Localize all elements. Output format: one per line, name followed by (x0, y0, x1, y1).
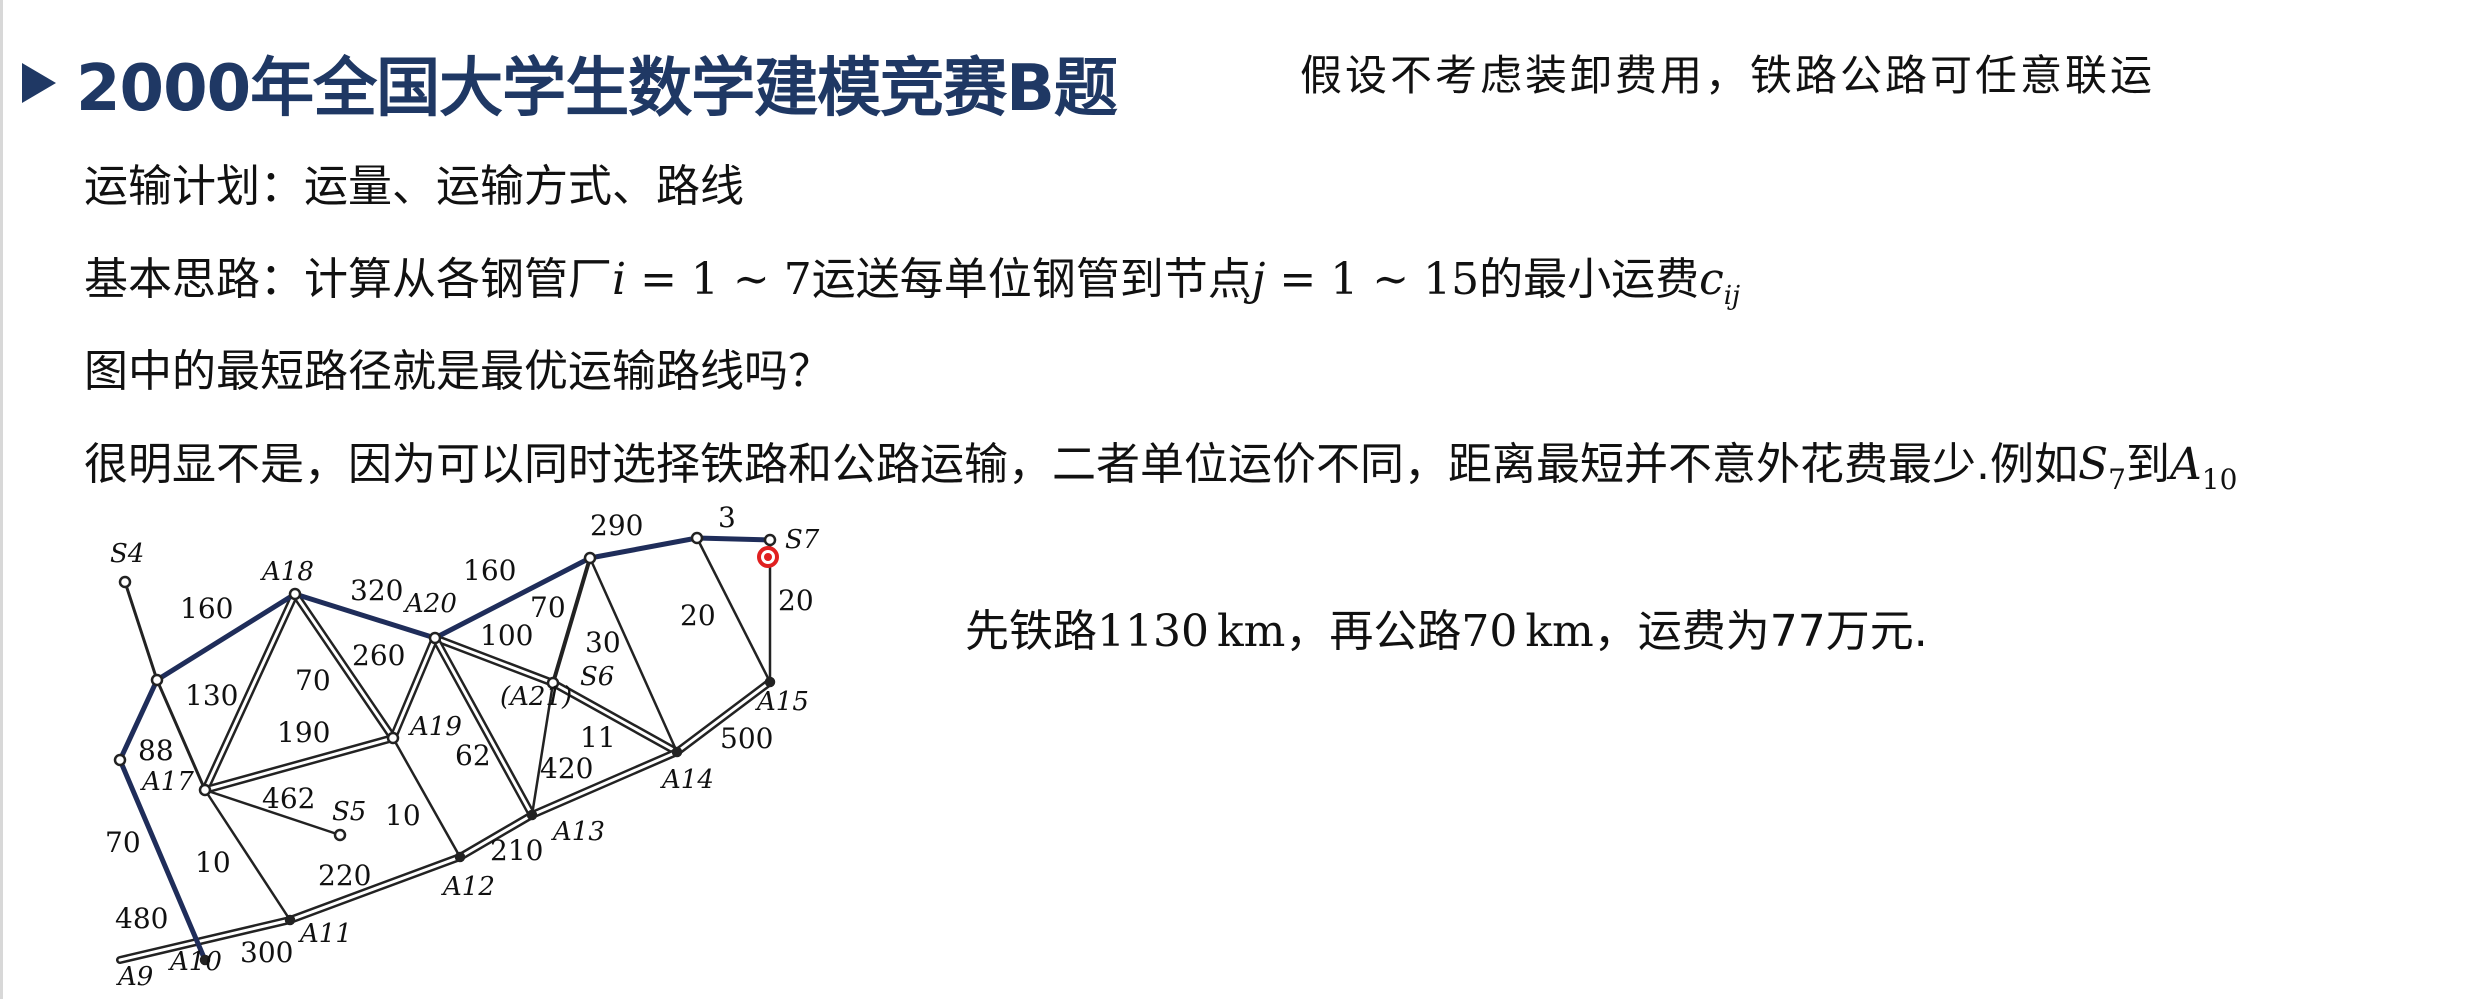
svg-text:10: 10 (385, 799, 421, 832)
svg-text:10: 10 (195, 846, 231, 879)
node-label-a10: A10 (168, 947, 222, 977)
svg-text:480: 480 (115, 902, 168, 935)
svg-text:462: 462 (262, 782, 315, 815)
node-label-a18: A18 (260, 557, 314, 587)
svg-text:260: 260 (352, 639, 405, 672)
svg-text:160: 160 (463, 554, 516, 587)
explanation-line: 很明显不是，因为可以同时选择铁路和公路运输，二者单位运价不同，距离最短并不意外花… (84, 428, 2237, 496)
answer-mid: ，再公路 (1285, 606, 1462, 657)
svg-text:220: 220 (318, 859, 371, 892)
svg-text:62: 62 (455, 739, 491, 772)
explanation-mid: 到 (2125, 439, 2170, 490)
node-label-s6: S6 (580, 662, 614, 692)
svg-text:300: 300 (240, 936, 293, 969)
svg-text:70: 70 (105, 826, 141, 859)
slide-title: 2000年全国大学生数学建模竞赛B题 (76, 52, 1118, 126)
svg-text:420: 420 (540, 752, 593, 785)
basic-idea-mid1: 运送每单位钢管到节点 (811, 254, 1252, 305)
explanation-prefix: 很明显不是，因为可以同时选择铁路和公路运输，二者单位运价不同，距离最短并不意外花… (84, 439, 2078, 490)
basic-idea-prefix: 基本思路：计算从各钢管厂 (84, 254, 612, 305)
svg-text:210: 210 (490, 834, 543, 867)
node-label-a13: A13 (551, 817, 605, 847)
node-label-a15: A15 (755, 687, 809, 717)
node-label-a9: A9 (116, 962, 153, 992)
transport-network-diagram: S4 A18 A20 S7 A17 A19 S6 (A21) A15 S5 A1… (105, 505, 820, 992)
node-label-a11: A11 (298, 919, 352, 949)
svg-text:130: 130 (185, 679, 238, 712)
title-row: 2000年全国大学生数学建模竞赛B题 (22, 38, 1118, 128)
svg-text:290: 290 (590, 509, 643, 542)
question-line: 图中的最短路径就是最优运输路线吗？ (84, 346, 832, 397)
node-label-a14: A14 (660, 765, 714, 795)
svg-text:88: 88 (138, 734, 174, 767)
svg-text:70: 70 (295, 664, 331, 697)
symbol-s7: S7 (2077, 439, 2126, 496)
svg-text:160: 160 (180, 592, 233, 625)
formula-i-range: i = 1 ~ 7 (612, 254, 812, 305)
node-label-a21: (A21) (500, 682, 572, 712)
assumption-note: 假设不考虑装卸费用，铁路公路可任意联运 (1300, 51, 2156, 100)
answer-rail-km: 1130 (1097, 606, 1209, 657)
formula-cij: cij (1699, 254, 1741, 311)
svg-text:320: 320 (350, 574, 403, 607)
answer-line: 先铁路1130 km，再公路70 km，运费为77万元. (965, 595, 1928, 659)
answer-road-km: 70 (1461, 606, 1518, 657)
svg-text:30: 30 (585, 626, 621, 659)
svg-text:11: 11 (580, 721, 616, 754)
svg-text:20: 20 (680, 599, 716, 632)
slide-left-border (0, 0, 3, 999)
symbol-a10: A10 (2169, 439, 2238, 496)
node-label-a17: A17 (140, 767, 194, 797)
answer-unit-km-2: km (1525, 606, 1594, 657)
formula-j-range: j = 1 ~ 15 (1251, 254, 1480, 305)
basic-idea-mid2: 的最小运费 (1479, 254, 1700, 305)
svg-text:100: 100 (480, 619, 533, 652)
node-label-s4: S4 (110, 539, 144, 569)
arrow-bullet-icon (22, 63, 56, 103)
node-label-a19: A19 (408, 712, 462, 742)
svg-text:190: 190 (277, 716, 330, 749)
basic-idea-line: 基本思路：计算从各钢管厂i = 1 ~ 7运送每单位钢管到节点j = 1 ~ 1… (84, 243, 1740, 311)
svg-text:3: 3 (718, 505, 736, 534)
svg-text:500: 500 (720, 722, 773, 755)
answer-suffix: ，运费为77万元. (1593, 606, 1928, 657)
node-label-s5: S5 (332, 797, 366, 827)
node-label-s7: S7 (785, 525, 820, 555)
answer-prefix: 先铁路 (965, 606, 1097, 657)
node-label-a12: A12 (441, 872, 495, 902)
node-label-a20: A20 (403, 589, 457, 619)
svg-text:70: 70 (530, 591, 566, 624)
answer-unit-km-1: km (1216, 606, 1286, 657)
transport-plan-line: 运输计划：运量、运输方式、路线 (84, 161, 744, 212)
svg-text:20: 20 (778, 584, 814, 617)
